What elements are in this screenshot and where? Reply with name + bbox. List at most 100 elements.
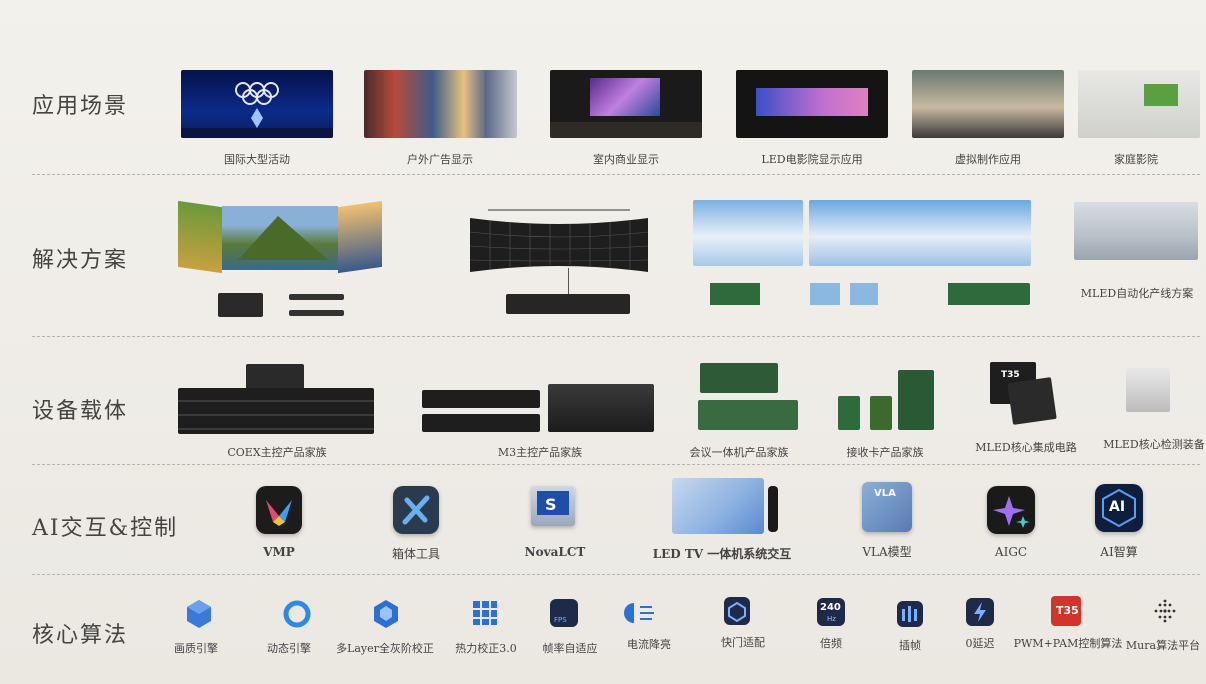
caption-device-coex: COEX主控产品家族 bbox=[227, 446, 327, 459]
solution-device-processor bbox=[506, 294, 630, 314]
caption-device-m3: M3主控产品家族 bbox=[497, 446, 583, 459]
fps-icon: FPS bbox=[550, 599, 578, 627]
solution-device-controller bbox=[218, 293, 263, 317]
device-image-m3-unit-1 bbox=[422, 390, 540, 408]
vla-label: VLA bbox=[874, 488, 896, 499]
scene-image-outdoor bbox=[364, 70, 517, 138]
device-image-coex-monitor bbox=[246, 364, 304, 390]
row-label-scenes: 应用场景 bbox=[32, 94, 129, 119]
cable bbox=[568, 268, 569, 294]
caption-device-conference: 会议一体机产品家族 bbox=[689, 446, 789, 459]
caption-algo-5: 帧率自适应 bbox=[542, 642, 598, 655]
novalct-app-icon[interactable]: S bbox=[531, 486, 575, 526]
device-image-m3-chassis bbox=[548, 384, 654, 432]
caption-ai-vmp: VMP bbox=[263, 545, 295, 559]
device-image-conference-board-1 bbox=[700, 363, 778, 393]
caption-ai-vla: VLA模型 bbox=[862, 545, 912, 559]
row-label-devices: 设备载体 bbox=[32, 399, 129, 424]
caption-scene-1: 国际大型活动 bbox=[224, 153, 290, 166]
scene-image-olympics bbox=[181, 70, 333, 138]
caption-algo-11: PWM+PAM控制算法 bbox=[1013, 637, 1123, 650]
caption-solution-mled: MLED自动化产线方案 bbox=[1080, 287, 1194, 300]
frequency-icon: 240 Hz bbox=[817, 598, 845, 626]
device-image-conference-board-2 bbox=[698, 400, 798, 430]
caption-algo-9: 插帧 bbox=[899, 639, 921, 652]
scene-image-indoor bbox=[550, 70, 702, 138]
row-label-algorithms: 核心算法 bbox=[32, 623, 129, 648]
caption-scene-5: 虚拟制作应用 bbox=[955, 153, 1021, 166]
device-image-coex-stack bbox=[178, 388, 374, 434]
caption-algo-4: 热力校正3.0 bbox=[455, 642, 517, 655]
cabinet-tool-icon[interactable] bbox=[393, 486, 439, 534]
caption-algo-2: 动态引擎 bbox=[267, 642, 311, 655]
ai-compute-icon[interactable]: AI bbox=[1095, 484, 1143, 532]
solution-image-curved-wall bbox=[470, 209, 648, 272]
caption-ai-aigc: AIGC bbox=[994, 545, 1028, 559]
caption-algo-3: 多Layer全灰阶校正 bbox=[336, 642, 434, 655]
aigc-icon[interactable] bbox=[987, 486, 1035, 534]
caption-algo-8: 倍频 bbox=[820, 637, 842, 650]
ai-badge-label: AI bbox=[1109, 499, 1126, 515]
chip-logo: T35 bbox=[1001, 370, 1020, 380]
caption-algo-6: 电流降亮 bbox=[627, 638, 671, 651]
solution-device-card-1 bbox=[289, 294, 344, 300]
page: 应用场景 国际大型活动 户外广告显示 室内商业显示 LED电影院显示应用 虚拟制… bbox=[0, 0, 1206, 684]
remote-control-image bbox=[768, 486, 778, 532]
scene-image-virtual bbox=[912, 70, 1064, 138]
svg-text:S: S bbox=[545, 495, 557, 514]
shutter-icon bbox=[724, 597, 750, 625]
solution-image-production-line bbox=[1074, 202, 1198, 260]
current-dimming-icon bbox=[624, 603, 654, 623]
zero-latency-icon bbox=[966, 598, 994, 626]
solution-image-snow-screen-1 bbox=[693, 200, 803, 266]
row-label-ai: AI交互&控制 bbox=[32, 516, 179, 541]
caption-scene-6: 家庭影院 bbox=[1114, 153, 1158, 166]
caption-algo-7: 快门适配 bbox=[721, 636, 765, 649]
pwm-pam-icon: T35 bbox=[1051, 596, 1081, 626]
caption-scene-2: 户外广告显示 bbox=[407, 153, 473, 166]
solution-device-boards bbox=[700, 283, 1030, 305]
caption-algo-12: Mura算法平台 bbox=[1125, 639, 1201, 652]
layer-cube-icon bbox=[374, 600, 398, 628]
t3s-logo: T35 bbox=[1056, 604, 1079, 617]
scene-image-home bbox=[1078, 70, 1200, 138]
caption-algo-10: 0延迟 bbox=[965, 637, 995, 650]
device-image-m3-unit-2 bbox=[422, 414, 540, 432]
caption-scene-4: LED电影院显示应用 bbox=[761, 153, 863, 166]
divider bbox=[32, 464, 1200, 465]
fps-label: FPS bbox=[554, 616, 567, 624]
hz-value: 240 bbox=[820, 602, 841, 613]
frame-insert-icon bbox=[897, 601, 923, 627]
mura-dots-icon bbox=[1154, 599, 1176, 623]
cube-icon bbox=[187, 600, 211, 628]
divider bbox=[32, 336, 1200, 337]
caption-ai-tool: 箱体工具 bbox=[391, 547, 441, 561]
scene-image-cinema bbox=[736, 70, 888, 138]
caption-ai-novalct: NovaLCT bbox=[524, 545, 586, 559]
olympic-rings-icon bbox=[181, 82, 333, 138]
caption-scene-3: 室内商业显示 bbox=[593, 153, 659, 166]
device-image-receiver-card-1 bbox=[838, 396, 860, 430]
led-tv-ui-image bbox=[672, 478, 764, 534]
solution-image-snow-screen-2 bbox=[809, 200, 1031, 266]
row-label-solutions: 解决方案 bbox=[32, 248, 129, 273]
dynamic-ring-icon bbox=[283, 600, 311, 628]
vmp-app-icon[interactable] bbox=[256, 486, 302, 534]
divider bbox=[32, 174, 1200, 175]
divider bbox=[32, 574, 1200, 575]
hz-unit: Hz bbox=[827, 615, 836, 623]
solution-image-xr-stage bbox=[178, 200, 382, 276]
caption-algo-1: 画质引擎 bbox=[174, 642, 218, 655]
device-image-chip-bga bbox=[1007, 377, 1057, 425]
solution-device-card-2 bbox=[289, 310, 344, 316]
device-image-inspection-machine bbox=[1126, 368, 1170, 412]
vla-model-icon[interactable]: VLA bbox=[862, 482, 912, 532]
device-image-receiver-card-2 bbox=[870, 396, 892, 430]
caption-ai-ledtv: LED TV 一体机系统交互 bbox=[652, 547, 792, 561]
caption-device-chip: MLED核心集成电路 bbox=[975, 441, 1077, 454]
grid-icon bbox=[473, 601, 497, 625]
caption-device-receiver: 接收卡产品家族 bbox=[846, 446, 924, 459]
caption-device-inspection: MLED核心检测装备 bbox=[1103, 438, 1205, 451]
caption-ai-compute: AI智算 bbox=[1100, 545, 1138, 559]
device-image-receiver-card-3 bbox=[898, 370, 934, 430]
